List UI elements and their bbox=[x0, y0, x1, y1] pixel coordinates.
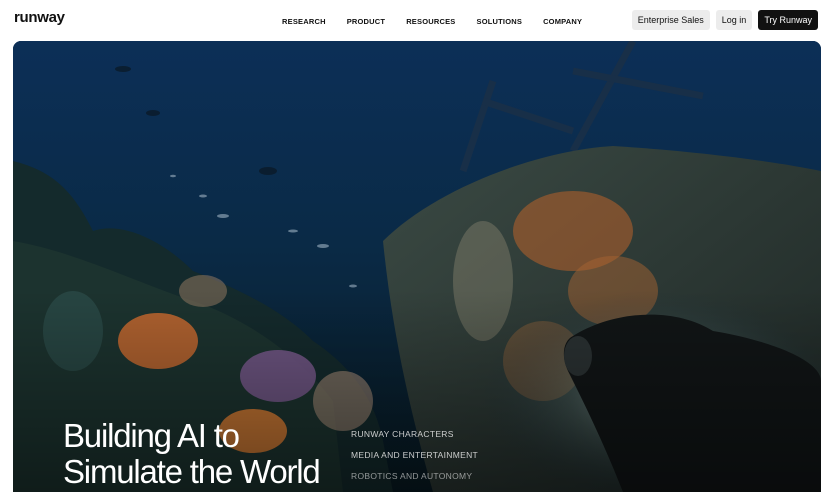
login-button[interactable]: Log in bbox=[715, 10, 753, 30]
main-nav: RESEARCH PRODUCT RESOURCES SOLUTIONS COM… bbox=[282, 17, 582, 26]
nav-item-product[interactable]: PRODUCT bbox=[347, 17, 385, 26]
header-actions: Enterprise Sales Log in Try Runway bbox=[631, 10, 818, 30]
hero-link-runway-characters[interactable]: RUNWAY CHARACTERS bbox=[351, 429, 478, 439]
nav-item-resources[interactable]: RESOURCES bbox=[406, 17, 455, 26]
hero-title-line-2: Simulate the World bbox=[63, 453, 321, 490]
try-runway-button[interactable]: Try Runway bbox=[758, 10, 818, 30]
runway-logo[interactable]: runway bbox=[14, 9, 65, 26]
hero-title: Building AI to Simulate the World bbox=[63, 417, 321, 490]
nav-item-research[interactable]: RESEARCH bbox=[282, 17, 326, 26]
nav-item-solutions[interactable]: SOLUTIONS bbox=[477, 17, 523, 26]
hero-link-media-entertainment[interactable]: MEDIA AND ENTERTAINMENT bbox=[351, 450, 478, 460]
page: runway RESEARCH PRODUCT RESOURCES SOLUTI… bbox=[0, 0, 828, 492]
nav-item-company[interactable]: COMPANY bbox=[543, 17, 582, 26]
enterprise-sales-button[interactable]: Enterprise Sales bbox=[631, 10, 710, 30]
hero-link-robotics-autonomy[interactable]: ROBOTICS AND AUTONOMY bbox=[351, 471, 478, 481]
hero-title-line-1: Building AI to bbox=[63, 417, 240, 454]
hero-links: RUNWAY CHARACTERS MEDIA AND ENTERTAINMEN… bbox=[351, 429, 478, 481]
hero-section: Building AI to Simulate the World RUNWAY… bbox=[13, 41, 821, 492]
site-header: runway RESEARCH PRODUCT RESOURCES SOLUTI… bbox=[0, 0, 828, 40]
